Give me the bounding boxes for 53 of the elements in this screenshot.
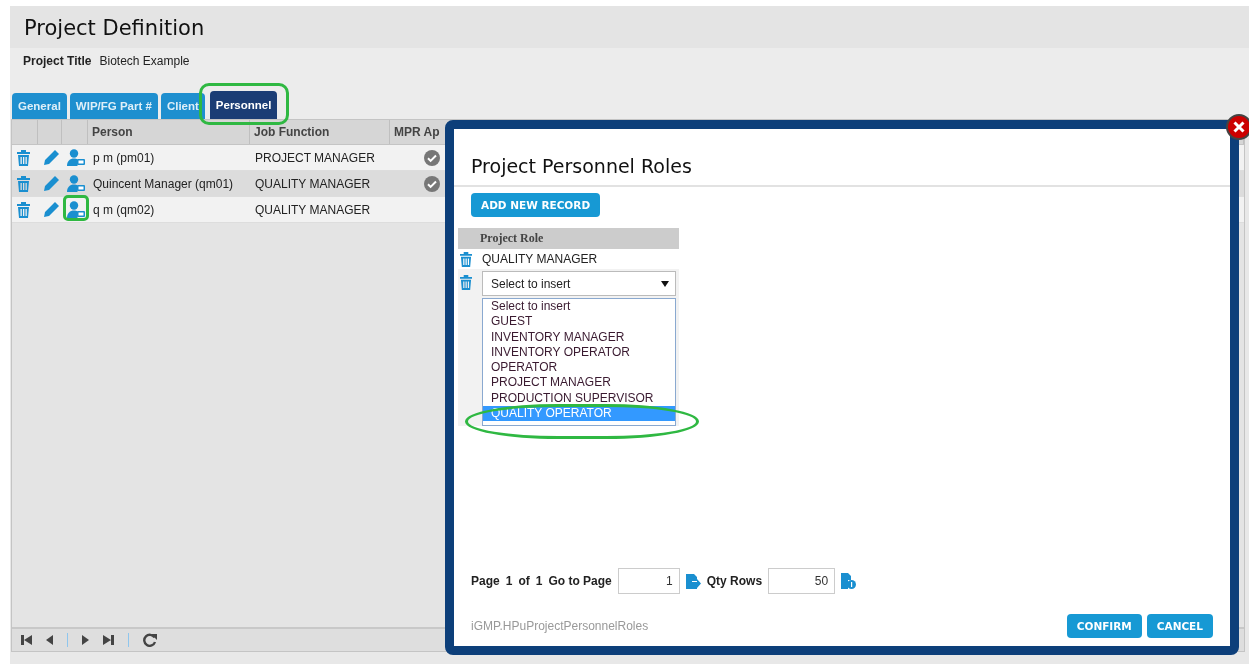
table-cell: QUALITY MANAGER <box>255 202 371 217</box>
previous-page-icon[interactable] <box>46 635 53 645</box>
project-title-value: Biotech Example <box>99 54 190 68</box>
edit-icon[interactable] <box>43 201 59 218</box>
page-title: Project Definition <box>10 6 1249 48</box>
go-to-page-field[interactable]: 1 <box>617 568 680 594</box>
apply-icon[interactable] <box>841 573 857 589</box>
person-icon[interactable] <box>67 201 85 218</box>
page-label: Page <box>471 574 500 588</box>
dropdown-option[interactable]: Select to insert <box>483 299 675 315</box>
go-icon[interactable] <box>685 573 701 589</box>
go-to-page-label: Go to Page <box>548 574 612 588</box>
first-page-icon[interactable] <box>21 635 32 645</box>
edit-icon[interactable] <box>43 149 59 166</box>
next-page-icon[interactable] <box>82 635 89 645</box>
caret-icon <box>661 280 669 287</box>
delete-icon[interactable] <box>17 201 30 218</box>
page-number: 1 <box>505 574 513 588</box>
edit-icon[interactable] <box>43 175 59 192</box>
modal-title: Project Personnel Roles <box>471 155 692 177</box>
page-count: 1 <box>535 574 543 588</box>
column-header: Project Role <box>480 231 544 246</box>
last-page-icon[interactable] <box>103 635 114 645</box>
role-select[interactable]: Select to insert <box>482 271 676 296</box>
dropdown-option[interactable]: PRODUCTION SUPERVISOR <box>483 390 675 407</box>
refresh-icon[interactable] <box>143 633 157 647</box>
tab[interactable]: Personnel <box>209 91 278 119</box>
column-header: Job Function <box>254 125 330 139</box>
dropdown-option[interactable]: INVENTORY MANAGER <box>483 329 675 345</box>
column-header: MPR Ap <box>394 125 440 139</box>
delete-icon[interactable] <box>460 275 472 290</box>
table-cell: q m (qm02) <box>93 202 155 217</box>
person-icon[interactable] <box>67 175 85 192</box>
dropdown-option[interactable]: INVENTORY OPERATOR <box>483 344 675 361</box>
of-label: of <box>518 574 530 588</box>
project-title-label: Project Title <box>23 54 92 68</box>
dropdown-option[interactable]: PROJECT MANAGER <box>483 375 675 391</box>
qty-rows-label: Qty Rows <box>706 574 763 588</box>
dropdown-option[interactable]: GUEST <box>483 314 675 330</box>
qty-rows-field[interactable]: 50 <box>768 568 836 594</box>
dropdown-option[interactable]: OPERATOR <box>483 360 675 376</box>
table-cell: Quincent Manager (qm01) <box>93 176 234 191</box>
delete-icon[interactable] <box>460 251 472 267</box>
table-cell: QUALITY MANAGER <box>482 252 598 266</box>
form-id: iGMP.HPuProjectPersonnelRoles <box>471 619 649 633</box>
column-header: Person <box>92 125 133 139</box>
table-cell: QUALITY MANAGER <box>255 176 371 191</box>
table-cell: p m (pm01) <box>93 150 155 165</box>
delete-icon[interactable] <box>17 149 30 166</box>
delete-icon[interactable] <box>17 175 30 192</box>
close-icon[interactable] <box>1226 114 1249 140</box>
person-icon[interactable] <box>67 149 85 166</box>
table-cell: PROJECT MANAGER <box>255 150 375 165</box>
